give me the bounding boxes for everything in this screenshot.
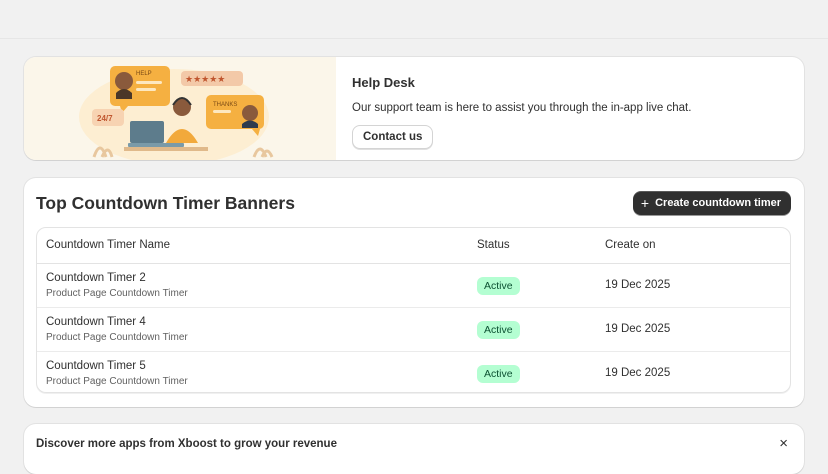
created-date: 19 Dec 2025 bbox=[605, 279, 671, 291]
support-illustration: HELP ★★★★★ 24/7 THANKS bbox=[24, 57, 336, 160]
table-header: Countdown Timer Name Status Create on bbox=[37, 228, 790, 264]
table-row[interactable]: Countdown Timer 2 Product Page Countdown… bbox=[37, 264, 790, 308]
timer-name: Countdown Timer 5 bbox=[46, 360, 146, 372]
timer-type: Product Page Countdown Timer bbox=[46, 376, 188, 387]
create-countdown-timer-button[interactable]: + Create countdown timer bbox=[632, 191, 791, 215]
status-badge: Active bbox=[477, 277, 520, 295]
section-title: Top Countdown Timer Banners bbox=[36, 193, 295, 213]
created-date: 19 Dec 2025 bbox=[605, 323, 671, 335]
column-header-created: Create on bbox=[605, 239, 656, 251]
help-desk-content: Help Desk Our support team is here to as… bbox=[352, 75, 792, 149]
help-bubble-text: HELP bbox=[136, 71, 152, 77]
column-header-name: Countdown Timer Name bbox=[46, 239, 170, 251]
timers-table: Countdown Timer Name Status Create on Co… bbox=[36, 227, 791, 393]
created-date: 19 Dec 2025 bbox=[605, 367, 671, 379]
timer-name: Countdown Timer 4 bbox=[46, 316, 146, 328]
status-badge: Active bbox=[477, 321, 520, 339]
discover-apps-card: Discover more apps from Xboost to grow y… bbox=[24, 424, 804, 474]
help-desk-card: HELP ★★★★★ 24/7 THANKS Help Desk Our sup… bbox=[24, 57, 804, 160]
create-button-label: Create countdown timer bbox=[655, 197, 781, 209]
timer-type: Product Page Countdown Timer bbox=[46, 332, 188, 343]
timer-name: Countdown Timer 2 bbox=[46, 272, 146, 284]
close-icon[interactable]: × bbox=[779, 435, 788, 452]
discover-apps-text: Discover more apps from Xboost to grow y… bbox=[36, 438, 337, 450]
table-row[interactable]: Countdown Timer 5 Product Page Countdown… bbox=[37, 352, 790, 392]
column-header-status: Status bbox=[477, 239, 510, 251]
plus-icon: + bbox=[640, 195, 650, 211]
rating-stars-text: ★★★★★ bbox=[185, 75, 225, 85]
countdown-timers-card: Top Countdown Timer Banners + Create cou… bbox=[24, 178, 804, 407]
app-top-bar bbox=[0, 0, 828, 39]
contact-us-button[interactable]: Contact us bbox=[352, 125, 434, 149]
thanks-bubble-text: THANKS bbox=[213, 102, 237, 108]
help-desk-title: Help Desk bbox=[352, 75, 415, 90]
status-badge: Active bbox=[477, 365, 520, 383]
table-row[interactable]: Countdown Timer 4 Product Page Countdown… bbox=[37, 308, 790, 352]
help-desk-description: Our support team is here to assist you t… bbox=[352, 102, 692, 114]
support-agent-illustration: HELP ★★★★★ 24/7 THANKS bbox=[79, 66, 274, 160]
timer-type: Product Page Countdown Timer bbox=[46, 288, 188, 299]
badge-247-text: 24/7 bbox=[97, 114, 113, 123]
